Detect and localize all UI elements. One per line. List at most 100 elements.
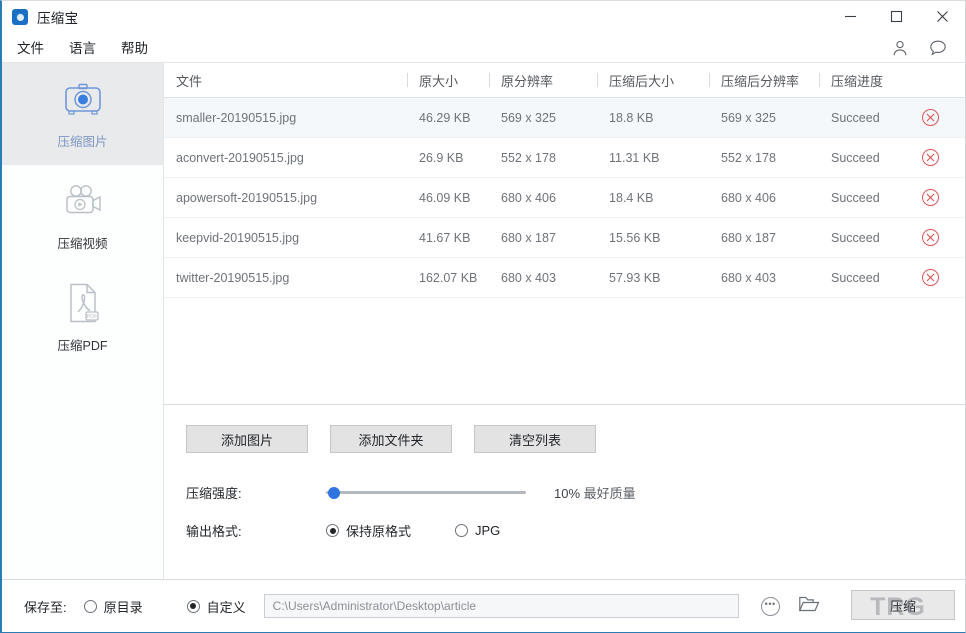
sidebar-item-compress-video[interactable]: 压缩视频 <box>2 165 163 267</box>
camera-icon <box>62 79 104 119</box>
cell-original-resolution: 680 x 187 <box>501 230 556 245</box>
cell-compressed-resolution: 680 x 187 <box>721 230 776 245</box>
controls-panel: 添加图片 添加文件夹 清空列表 压缩强度: 10% 最好质量 输出格式: 保持原… <box>164 404 965 579</box>
radio-jpg-format[interactable]: JPG <box>455 523 500 538</box>
footer-icons: ••• <box>760 594 820 619</box>
cell-file: smaller-20190515.jpg <box>176 110 297 125</box>
radio-label: 自定义 <box>206 599 246 615</box>
circle-x-icon[interactable] <box>921 109 939 126</box>
radio-dot-icon <box>326 524 339 537</box>
compress-button[interactable]: 压缩 <box>851 590 955 620</box>
save-path-input[interactable]: C:\Users\Administrator\Desktop\article <box>263 594 739 618</box>
cell-progress: Succeed <box>831 150 880 165</box>
app-logo-icon <box>12 8 28 25</box>
cell-progress: Succeed <box>831 190 880 205</box>
radio-original-directory[interactable]: 原目录 <box>83 597 143 616</box>
strength-quality-label: 最好质量 <box>583 486 636 501</box>
cell-progress: Succeed <box>831 230 880 245</box>
add-folder-button[interactable]: 添加文件夹 <box>330 425 452 453</box>
column-header-progress[interactable]: 压缩进度 <box>819 71 897 90</box>
cell-file: keepvid-20190515.jpg <box>176 230 300 245</box>
cell-actions <box>897 149 963 166</box>
table-row[interactable]: aconvert-20190515.jpg 26.9 KB 552 x 178 … <box>164 138 965 178</box>
menu-item-help[interactable]: 帮助 <box>120 35 149 59</box>
circle-x-icon[interactable] <box>921 189 939 206</box>
circle-x-icon[interactable] <box>921 149 939 166</box>
radio-custom-directory[interactable]: 自定义 <box>186 597 246 616</box>
add-images-button[interactable]: 添加图片 <box>186 425 308 453</box>
column-header-compressed-size[interactable]: 压缩后大小 <box>597 71 709 90</box>
table-header-row: 文件 原大小 原分辨率 压缩后大小 压缩后分辨率 压缩进度 <box>164 63 965 98</box>
close-button[interactable] <box>919 1 965 32</box>
window-controls <box>827 1 965 32</box>
compression-strength-label: 压缩强度: <box>186 486 242 501</box>
table-empty-area <box>164 298 965 404</box>
circle-x-icon[interactable] <box>921 269 939 286</box>
user-icon[interactable] <box>891 39 909 57</box>
footer-bar: 保存至: 原目录 自定义 C:\Users\Administrator\Desk… <box>2 579 965 632</box>
cell-compressed-size: 57.93 KB <box>609 270 661 285</box>
cell-compressed-resolution: 552 x 178 <box>721 150 776 165</box>
cell-file: aconvert-20190515.jpg <box>176 150 304 165</box>
radio-dot-icon <box>455 524 469 537</box>
ellipsis-circle-icon[interactable]: ••• <box>760 596 780 616</box>
cell-actions <box>897 229 963 246</box>
column-header-file[interactable]: 文件 <box>164 71 407 90</box>
slider-thumb[interactable] <box>328 486 340 499</box>
cell-compressed-size: 11.31 KB <box>609 150 660 165</box>
file-table: 文件 原大小 原分辨率 压缩后大小 压缩后分辨率 压缩进度 smaller-20… <box>164 63 965 404</box>
radio-keep-original-format[interactable]: 保持原格式 <box>326 521 411 540</box>
cell-file: twitter-20190515.jpg <box>176 270 290 285</box>
cell-actions <box>897 189 963 206</box>
cell-original-resolution: 680 x 406 <box>501 190 556 205</box>
table-row[interactable]: apowersoft-20190515.jpg 46.09 KB 680 x 4… <box>164 178 965 218</box>
cell-original-size: 41.67 KB <box>419 230 471 245</box>
cell-original-resolution: 680 x 403 <box>501 270 556 285</box>
cell-file: apowersoft-20190515.jpg <box>176 190 318 205</box>
cell-original-size: 46.29 KB <box>419 110 471 125</box>
radio-label: 保持原格式 <box>346 524 412 539</box>
compression-strength-slider[interactable] <box>326 486 526 500</box>
output-format-options: 保持原格式 JPG <box>326 521 544 540</box>
cell-compressed-resolution: 569 x 325 <box>721 110 776 125</box>
cell-original-size: 46.09 KB <box>419 190 471 205</box>
circle-x-icon[interactable] <box>921 229 939 246</box>
menu-item-language[interactable]: 语言 <box>68 35 97 59</box>
cell-compressed-size: 18.8 KB <box>609 110 654 125</box>
cell-actions <box>897 109 963 126</box>
body-container: 压缩图片 压缩视频 PDF 压缩PDF 文件 原大小 原分辨率 压缩后大小 压缩… <box>2 63 965 579</box>
open-folder-icon[interactable] <box>798 594 820 619</box>
compression-strength-value: 10% 最好质量 <box>554 483 636 502</box>
column-header-original-resolution[interactable]: 原分辨率 <box>489 71 597 90</box>
table-row[interactable]: smaller-20190515.jpg 46.29 KB 569 x 325 … <box>164 98 965 138</box>
radio-label: 原目录 <box>103 599 143 615</box>
strength-percent: 10% <box>554 486 581 501</box>
titlebar-utility-icons <box>891 32 947 63</box>
sidebar-item-label: 压缩PDF <box>57 338 108 353</box>
table-row[interactable]: keepvid-20190515.jpg 41.67 KB 680 x 187 … <box>164 218 965 258</box>
video-camera-icon <box>61 181 105 221</box>
sidebar-item-compress-image[interactable]: 压缩图片 <box>2 63 163 165</box>
save-to-label: 保存至: <box>24 599 67 615</box>
cell-original-size: 26.9 KB <box>419 150 464 165</box>
app-window: 压缩宝 文件 语言 帮助 压缩图片 压缩视频 PDF 压缩PDF 文件 原大小 … <box>0 0 966 633</box>
minimize-button[interactable] <box>827 1 873 32</box>
cell-compressed-size: 15.56 KB <box>609 230 661 245</box>
column-header-original-size[interactable]: 原大小 <box>407 71 489 90</box>
pdf-file-icon: PDF <box>65 283 101 323</box>
cell-progress: Succeed <box>831 110 880 125</box>
cell-compressed-resolution: 680 x 406 <box>721 190 776 205</box>
chat-bubble-icon[interactable] <box>929 39 947 57</box>
maximize-button[interactable] <box>873 1 919 32</box>
menu-item-file[interactable]: 文件 <box>16 35 45 59</box>
clear-list-button[interactable]: 清空列表 <box>474 425 596 453</box>
menu-bar: 文件 语言 帮助 <box>2 32 965 63</box>
sidebar-item-label: 压缩视频 <box>57 236 108 251</box>
table-row[interactable]: twitter-20190515.jpg 162.07 KB 680 x 403… <box>164 258 965 298</box>
cell-compressed-size: 18.4 KB <box>609 190 654 205</box>
sidebar-item-label: 压缩图片 <box>57 134 108 149</box>
column-header-compressed-resolution[interactable]: 压缩后分辨率 <box>709 71 819 90</box>
cell-original-size: 162.07 KB <box>419 270 478 285</box>
output-format-row: 输出格式: 保持原格式 JPG <box>186 521 965 540</box>
sidebar-item-compress-pdf[interactable]: PDF 压缩PDF <box>2 267 163 369</box>
